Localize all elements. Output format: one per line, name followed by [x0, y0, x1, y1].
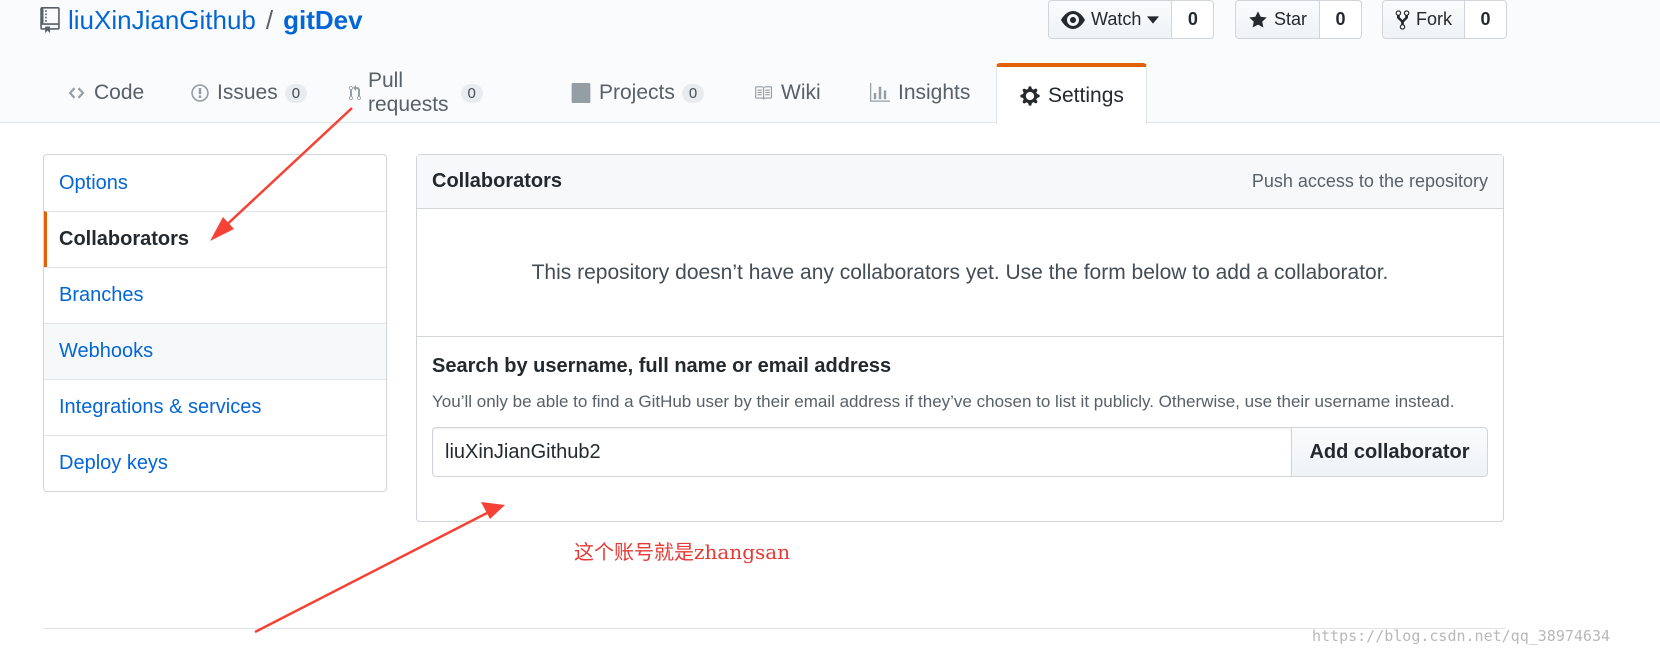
graph-icon	[870, 83, 890, 102]
repo-title: liuXinJianGithub / gitDev	[40, 2, 363, 38]
project-icon	[571, 83, 591, 103]
star-group: Star 0	[1235, 0, 1363, 39]
footer-divider	[43, 628, 1505, 629]
watch-count[interactable]: 0	[1172, 0, 1215, 39]
collaborators-panel: Collaborators Push access to the reposit…	[416, 154, 1504, 522]
settings-sidebar: Options Collaborators Branches Webhooks …	[43, 154, 387, 492]
repo-book-icon	[40, 7, 60, 33]
collaborators-header: Collaborators Push access to the reposit…	[417, 155, 1503, 209]
fork-group: Fork 0	[1382, 0, 1507, 39]
push-access-note: Push access to the repository	[1251, 171, 1488, 191]
repo-name-link[interactable]: gitDev	[283, 5, 362, 36]
watch-button[interactable]: Watch	[1048, 0, 1173, 39]
tab-projects-label: Projects	[599, 81, 675, 104]
fork-count[interactable]: 0	[1465, 0, 1507, 39]
watch-label: Watch	[1091, 9, 1142, 29]
pulls-count-badge: 0	[460, 83, 483, 103]
pull-request-icon	[349, 85, 361, 100]
search-title: Search by username, full name or email a…	[432, 355, 892, 377]
tab-code-label: Code	[94, 81, 145, 104]
watch-group: Watch 0	[1048, 0, 1215, 39]
star-icon	[1249, 10, 1267, 27]
sidebar-item-deploy-keys[interactable]: Deploy keys	[44, 435, 386, 491]
star-count[interactable]: 0	[1320, 0, 1363, 39]
caret-down-icon	[1147, 15, 1160, 24]
fork-button[interactable]: Fork	[1382, 0, 1465, 39]
issue-icon	[191, 84, 209, 102]
watermark: https://blog.csdn.net/qq_38974634	[1312, 627, 1611, 645]
sidebar-item-options[interactable]: Options	[44, 155, 386, 211]
tab-settings-label: Settings	[1048, 83, 1124, 107]
tab-settings[interactable]: Settings	[996, 63, 1147, 124]
tab-insights[interactable]: Insights	[869, 63, 970, 123]
gear-icon	[1020, 85, 1040, 106]
star-label: Star	[1274, 9, 1308, 29]
tab-projects[interactable]: Projects 0	[570, 63, 705, 123]
fork-label: Fork	[1416, 9, 1452, 29]
empty-collaborators-message: This repository doesn’t have any collabo…	[417, 209, 1503, 337]
sidebar-item-webhooks[interactable]: Webhooks	[44, 323, 386, 379]
fork-icon	[1395, 9, 1410, 30]
tab-pull-requests[interactable]: Pull requests 0	[349, 63, 483, 123]
tab-insights-label: Insights	[898, 81, 971, 104]
sidebar-item-branches[interactable]: Branches	[44, 267, 386, 323]
collaborators-title: Collaborators	[432, 170, 563, 192]
sidebar-item-collaborators[interactable]: Collaborators	[44, 211, 386, 267]
projects-count-badge: 0	[681, 83, 705, 103]
book-icon	[755, 86, 772, 100]
repo-owner-link[interactable]: liuXinJianGithub	[68, 5, 256, 36]
tab-wiki-label: Wiki	[781, 81, 821, 104]
issues-count-badge: 0	[284, 83, 308, 103]
tab-pull-requests-label: Pull requests	[367, 69, 449, 116]
collaborator-search-input[interactable]	[432, 427, 1291, 477]
tab-issues-label: Issues	[217, 81, 278, 104]
code-icon	[68, 87, 85, 99]
tab-code[interactable]: Code	[66, 63, 144, 123]
repo-header: liuXinJianGithub / gitDev Watch 0 Star 0	[0, 0, 1660, 124]
eye-icon	[1061, 10, 1085, 29]
repo-separator: /	[265, 4, 274, 35]
add-collaborator-button[interactable]: Add collaborator	[1291, 427, 1488, 477]
search-row: Add collaborator	[432, 427, 1488, 477]
add-collaborator-form: Search by username, full name or email a…	[417, 337, 1503, 477]
search-description: You’ll only be able to find a GitHub use…	[432, 392, 1455, 411]
star-button[interactable]: Star	[1235, 0, 1321, 39]
sidebar-item-integrations[interactable]: Integrations & services	[44, 379, 386, 435]
annotation-note: 这个账号就是zhangsan	[574, 540, 791, 564]
tab-wiki[interactable]: Wiki	[752, 63, 821, 123]
tab-issues[interactable]: Issues 0	[190, 63, 308, 123]
